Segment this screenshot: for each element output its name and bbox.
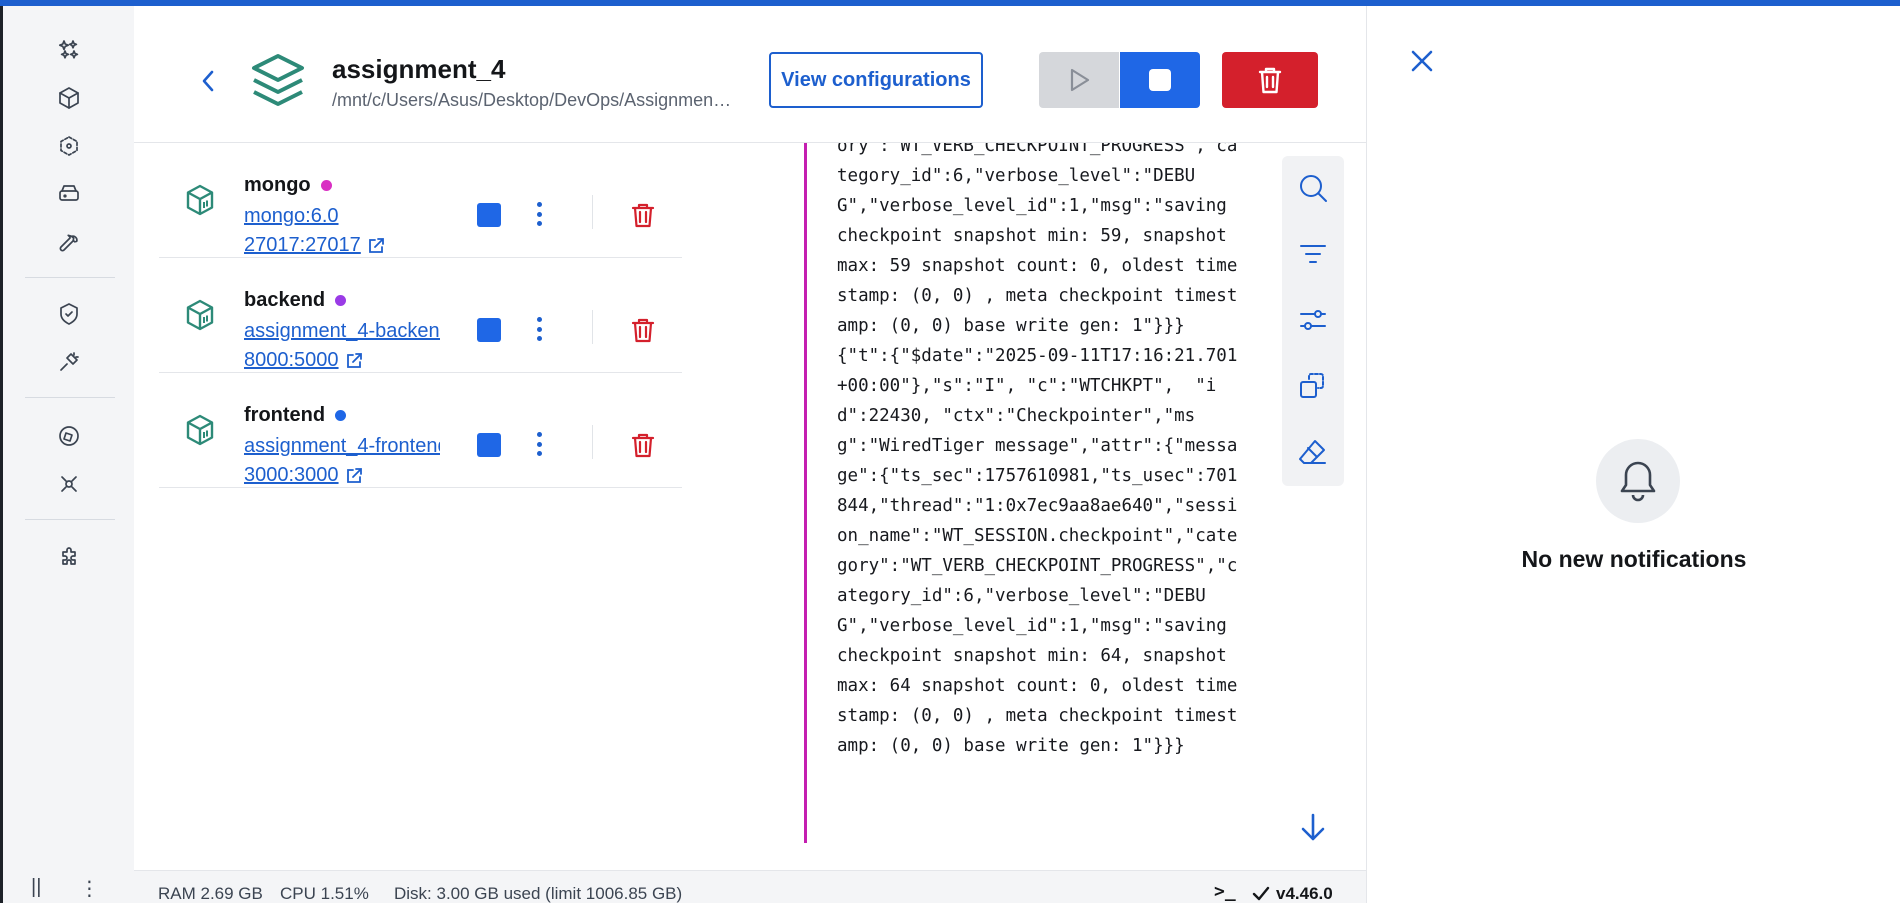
volumes-icon[interactable] — [53, 178, 85, 210]
ram-usage: RAM 2.69 GB — [158, 884, 263, 903]
scout-icon[interactable] — [53, 298, 85, 330]
scroll-to-bottom-button[interactable] — [1295, 809, 1331, 845]
eraser-icon — [1299, 440, 1326, 464]
terminal-button[interactable]: >_ — [1214, 881, 1236, 902]
project-title: assignment_4 — [332, 54, 506, 84]
empty-notifications-text: No new notifications — [1521, 546, 1747, 572]
status-dot — [335, 410, 347, 421]
container-cube-icon — [186, 414, 214, 446]
container-stop-button[interactable] — [477, 203, 501, 227]
start-button[interactable] — [1039, 52, 1119, 108]
project-path: /mnt/c/Users/Asus/Desktop/DevOps/Assignm… — [332, 90, 736, 110]
container-row-mongo[interactable]: mongo mongo:6.0 27017:27017 — [159, 143, 682, 258]
copy-logs-button[interactable] — [1295, 368, 1331, 404]
notifications-panel: No new notifications — [1366, 6, 1900, 903]
bell-badge — [1596, 439, 1680, 523]
log-toolbar — [1282, 156, 1344, 486]
action-divider — [592, 425, 593, 459]
status-dot — [335, 295, 347, 306]
container-cube-icon — [186, 299, 214, 331]
external-link-icon — [346, 352, 362, 368]
delete-project-button[interactable] — [1222, 52, 1318, 108]
container-image-link[interactable]: assignment_4-frontend — [244, 435, 440, 458]
filter-logs-button[interactable] — [1295, 236, 1331, 272]
container-cube-icon — [186, 184, 214, 216]
main-content: assignment_4 /mnt/c/Users/Asus/Desktop/D… — [134, 6, 1366, 870]
status-dot — [320, 180, 332, 191]
containers-icon[interactable] — [53, 82, 85, 114]
extensions-puzzle-icon[interactable] — [53, 542, 85, 574]
log-text: ory":"WT_VERB_CHECKPOINT_PROGRESS","cate… — [837, 143, 1238, 756]
close-notifications-button[interactable] — [1407, 46, 1437, 76]
version-indicator[interactable]: v4.46.0 — [1252, 884, 1333, 903]
container-delete-button[interactable] — [629, 316, 657, 344]
search-icon — [1300, 175, 1327, 202]
action-divider — [592, 195, 593, 229]
bell-icon — [1620, 461, 1656, 502]
container-more-button[interactable] — [529, 314, 549, 344]
container-port-link[interactable]: 3000:3000 — [244, 464, 363, 487]
chevron-left-icon — [202, 70, 214, 92]
log-output-pane[interactable]: ory":"WT_VERB_CHECKPOINT_PROGRESS","cate… — [804, 143, 1304, 843]
compose-stack-icon — [252, 54, 304, 106]
stop-button[interactable] — [1120, 52, 1200, 108]
status-bar: RAM 2.69 GB CPU 1.51% Disk: 3.00 GB used… — [134, 870, 1366, 903]
container-stop-button[interactable] — [477, 318, 501, 342]
container-list: mongo mongo:6.0 27017:27017 backend assi… — [159, 143, 682, 488]
container-name: frontend — [244, 404, 347, 427]
back-button[interactable] — [196, 66, 220, 96]
filter-icon — [1300, 245, 1326, 263]
dev-tools-icon[interactable] — [53, 346, 85, 378]
project-header: assignment_4 /mnt/c/Users/Asus/Desktop/D… — [134, 6, 1366, 143]
cpu-usage: CPU 1.51% — [280, 884, 369, 903]
container-more-button[interactable] — [529, 199, 549, 229]
search-logs-button[interactable] — [1295, 170, 1331, 206]
disk-usage: Disk: 3.00 GB used (limit 1006.85 GB) — [394, 884, 683, 903]
container-more-button[interactable] — [529, 429, 549, 459]
learning-center-icon[interactable] — [53, 420, 85, 452]
images-icon[interactable] — [53, 130, 85, 162]
external-link-icon — [346, 467, 362, 483]
container-row-frontend[interactable]: frontend assignment_4-frontend 3000:3000 — [159, 373, 682, 488]
stop-icon — [1149, 69, 1171, 91]
container-port-link[interactable]: 27017:27017 — [244, 234, 385, 257]
check-icon — [1252, 886, 1270, 901]
trash-icon — [1258, 67, 1282, 94]
container-image-link[interactable]: assignment_4-backend — [244, 320, 440, 343]
container-name: mongo — [244, 174, 332, 197]
ai-sparkle-icon[interactable] — [53, 34, 85, 66]
container-delete-button[interactable] — [629, 431, 657, 459]
pause-icon[interactable]: || — [31, 876, 41, 901]
rail-divider — [25, 397, 115, 398]
log-settings-button[interactable] — [1295, 302, 1331, 338]
copy-icon — [1300, 373, 1324, 398]
container-stop-button[interactable] — [477, 433, 501, 457]
left-nav-rail: || ⋮ — [0, 6, 134, 903]
external-link-icon — [368, 237, 384, 253]
rail-bottom-controls: || ⋮ — [31, 876, 99, 901]
more-vertical-icon[interactable]: ⋮ — [79, 876, 99, 901]
rail-divider — [25, 277, 115, 278]
container-port-link[interactable]: 8000:5000 — [244, 349, 363, 372]
container-row-backend[interactable]: backend assignment_4-backend 8000:5000 — [159, 258, 682, 373]
container-delete-button[interactable] — [629, 201, 657, 229]
play-icon — [1070, 68, 1090, 92]
builds-wrench-icon[interactable] — [53, 226, 85, 258]
container-image-link[interactable]: mongo:6.0 — [244, 205, 440, 228]
clear-logs-button[interactable] — [1295, 434, 1331, 470]
container-name: backend — [244, 289, 347, 312]
view-configurations-button[interactable]: View configurations — [769, 52, 983, 108]
sliders-icon — [1300, 310, 1326, 330]
extensions-hub-icon[interactable] — [53, 468, 85, 500]
rail-divider — [25, 519, 115, 520]
action-divider — [592, 310, 593, 344]
